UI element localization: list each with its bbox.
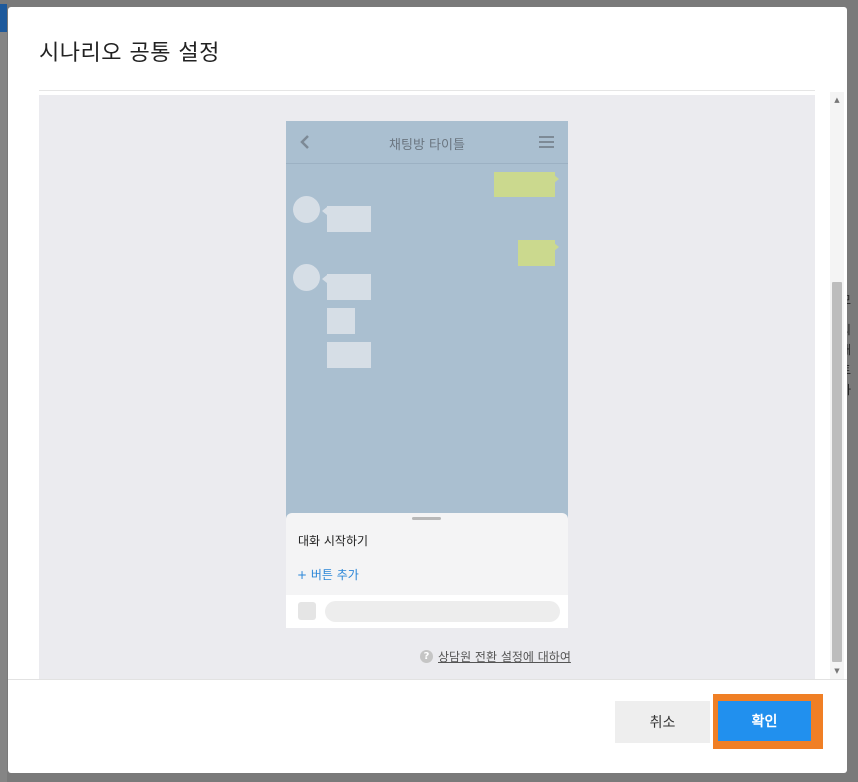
help-link[interactable]: ? 상담원 전환 설정에 대하여 bbox=[420, 648, 571, 665]
cancel-button[interactable]: 취소 bbox=[615, 701, 710, 743]
modal-title: 시나리오 공통 설정 bbox=[39, 41, 220, 66]
agent-avatar bbox=[293, 196, 320, 223]
attachment-box[interactable] bbox=[298, 602, 316, 620]
add-button-link[interactable]: + 버튼 추가 bbox=[297, 566, 359, 583]
agent-message-bubble bbox=[327, 308, 355, 334]
scroll-down-arrow-icon[interactable]: ▼ bbox=[830, 665, 844, 677]
agent-avatar bbox=[293, 264, 320, 291]
chat-room-title: 채팅방 타이틀 bbox=[389, 138, 465, 153]
vertical-scrollbar[interactable]: ▲ ▼ bbox=[830, 92, 844, 679]
agent-message-bubble bbox=[327, 274, 371, 300]
my-message-tail bbox=[554, 175, 559, 183]
preview-area: 채팅방 타이틀 대화 시작하기 + 버튼 추가 ? 상담원 전환 설정에 대하여 bbox=[39, 95, 815, 679]
scrollbar-thumb[interactable] bbox=[832, 282, 842, 662]
hamburger-menu-icon[interactable] bbox=[539, 136, 554, 148]
help-link-text[interactable]: 상담원 전환 설정에 대하여 bbox=[438, 650, 571, 664]
help-icon: ? bbox=[420, 650, 433, 663]
scroll-up-arrow-icon[interactable]: ▲ bbox=[830, 94, 844, 106]
my-message-bubble bbox=[518, 240, 555, 266]
agent-message-bubble bbox=[327, 206, 371, 232]
my-message-bubble bbox=[494, 172, 555, 197]
agent-message-bubble bbox=[327, 342, 371, 368]
chat-preview-phone: 채팅방 타이틀 대화 시작하기 + 버튼 추가 bbox=[286, 121, 568, 628]
my-message-tail bbox=[554, 243, 559, 251]
background-tab bbox=[0, 4, 7, 32]
scenario-settings-modal: 시나리오 공통 설정 채팅방 타이틀 대화 시작하기 + 버튼 추가 ? 상담원… bbox=[8, 7, 847, 773]
chat-input-bar bbox=[286, 595, 568, 628]
chat-header: 채팅방 타이틀 bbox=[286, 121, 568, 164]
background-sidebar bbox=[0, 32, 7, 782]
title-divider bbox=[39, 90, 815, 91]
confirm-button-highlight: 확인 bbox=[713, 694, 823, 749]
sheet-drag-handle[interactable] bbox=[412, 517, 441, 520]
bottom-sheet: 대화 시작하기 + 버튼 추가 bbox=[286, 513, 568, 628]
footer-divider bbox=[8, 679, 847, 680]
confirm-button[interactable]: 확인 bbox=[718, 701, 811, 741]
message-input[interactable] bbox=[325, 601, 560, 622]
sheet-title: 대화 시작하기 bbox=[298, 534, 369, 548]
